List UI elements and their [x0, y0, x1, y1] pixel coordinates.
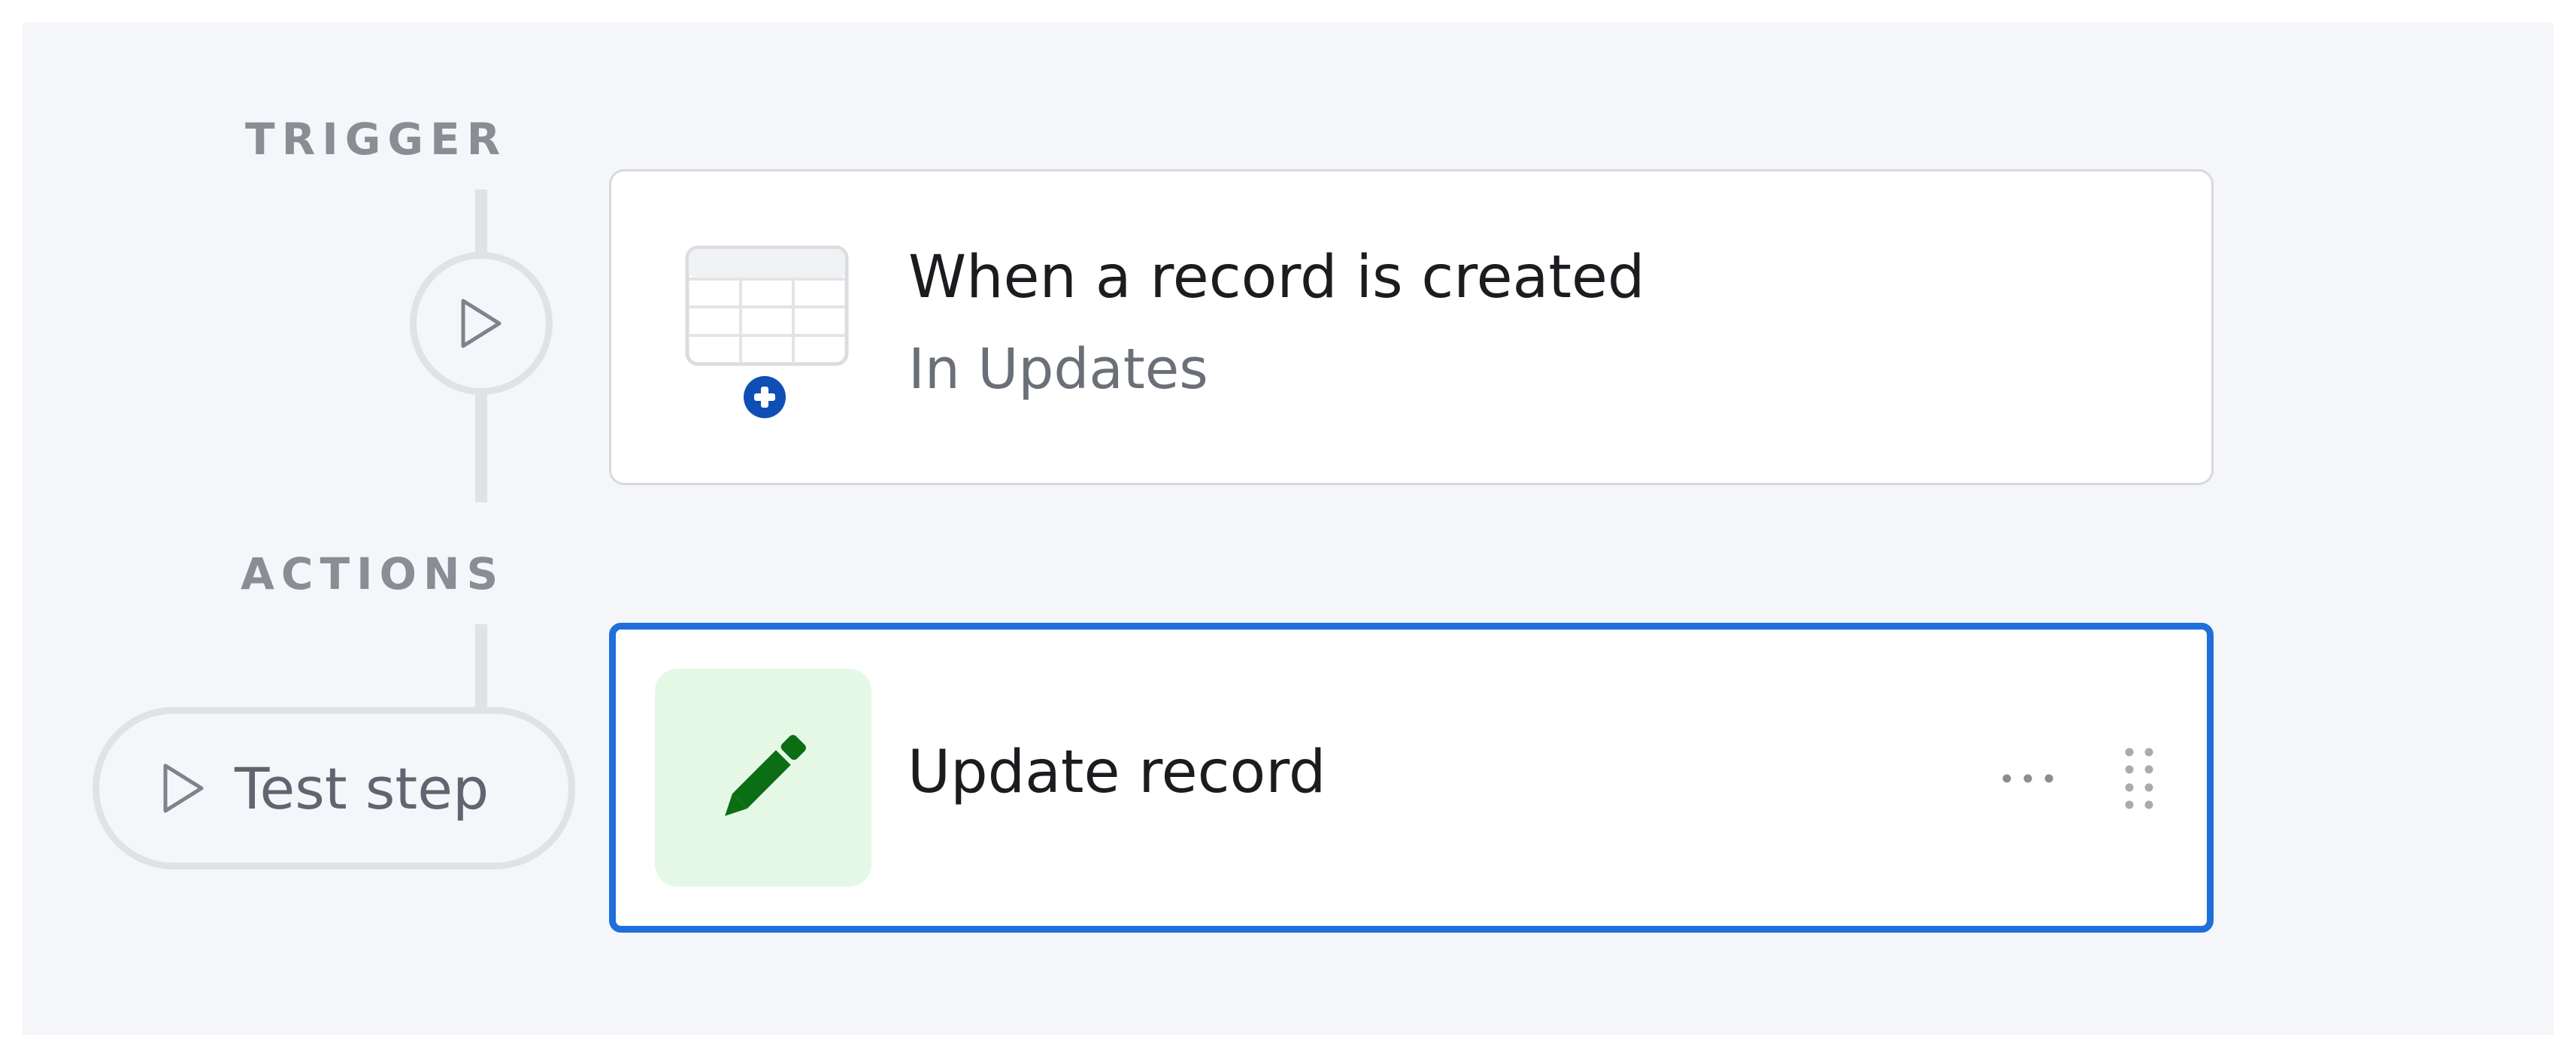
- test-step-button[interactable]: Test step: [92, 707, 575, 869]
- update-record-card[interactable]: Update record: [609, 623, 2214, 933]
- table-add-icon: [685, 245, 849, 422]
- play-icon: [163, 763, 204, 813]
- play-icon: [461, 299, 502, 348]
- more-horizontal-icon: [2002, 774, 2053, 783]
- pencil-icon: [725, 735, 806, 816]
- trigger-subtitle: In Updates: [908, 337, 1208, 402]
- drag-handle-icon[interactable]: [2117, 746, 2162, 811]
- test-step-label: Test step: [235, 754, 489, 822]
- more-options-button[interactable]: [1990, 756, 2065, 801]
- trigger-card[interactable]: When a record is created In Updates: [609, 169, 2214, 485]
- automation-canvas: TRIGGER When a record is created In Upda…: [23, 23, 2553, 1035]
- trigger-section-label: TRIGGER: [245, 114, 508, 165]
- run-trigger-button[interactable]: [410, 252, 553, 395]
- pencil-icon-tile: [655, 669, 871, 887]
- connector-line: [475, 390, 487, 502]
- trigger-title: When a record is created: [908, 244, 1645, 311]
- action-title: Update record: [908, 739, 1326, 806]
- actions-section-label: ACTIONS: [241, 548, 505, 599]
